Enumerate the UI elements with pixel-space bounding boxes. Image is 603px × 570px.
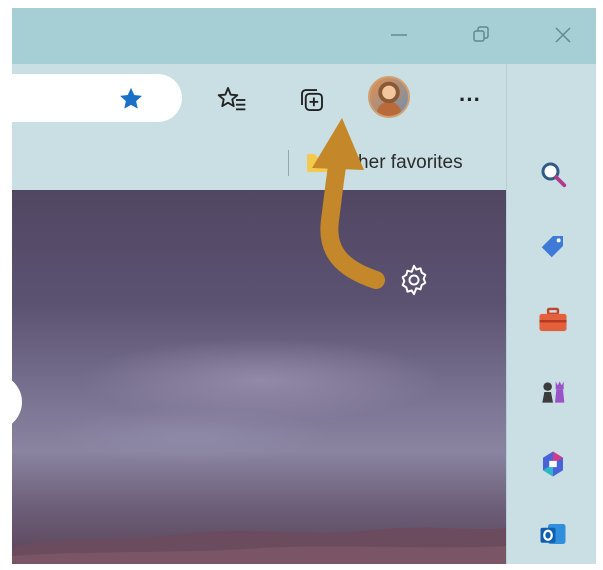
page-settings-button[interactable] <box>394 260 434 300</box>
games-chess-icon <box>542 381 565 403</box>
landscape-hills <box>12 527 506 564</box>
favorites-button[interactable] <box>214 82 250 118</box>
shopping-tag-icon <box>541 236 563 258</box>
sidebar-item-tools[interactable] <box>533 300 573 340</box>
outlook-icon <box>540 524 566 544</box>
restore-icon <box>473 26 489 42</box>
edge-sidebar <box>506 64 596 564</box>
folder-icon <box>307 154 329 172</box>
other-favorites-folder[interactable]: Other favorites <box>306 150 463 176</box>
gear-icon <box>401 264 427 296</box>
profile-avatar[interactable] <box>368 76 410 118</box>
more-options-button[interactable]: ··· <box>452 82 488 118</box>
favorites-bar: Other favorites <box>12 138 506 190</box>
minimize-button[interactable] <box>384 22 414 48</box>
favorites-star-list-icon <box>217 87 246 111</box>
tools-briefcase-icon <box>539 307 567 332</box>
sidebar-item-shopping[interactable] <box>533 226 573 266</box>
sidebar-item-games[interactable] <box>533 372 573 412</box>
browser-window: ··· Other favorites <box>12 8 596 564</box>
minimize-icon <box>391 34 407 36</box>
favorite-this-page-button[interactable] <box>116 84 146 114</box>
collections-button[interactable] <box>294 82 330 118</box>
sidebar-item-outlook[interactable] <box>533 514 573 554</box>
title-bar <box>12 8 596 64</box>
close-button[interactable] <box>548 22 578 48</box>
microsoft-365-icon <box>543 451 563 477</box>
search-icon <box>541 162 567 188</box>
more-options-label: ··· <box>459 87 481 112</box>
other-favorites-label: Other favorites <box>338 152 463 173</box>
close-icon <box>555 27 571 43</box>
favorites-divider <box>288 150 289 176</box>
address-bar[interactable] <box>12 74 182 122</box>
collections-icon <box>301 89 323 111</box>
sidebar-item-search[interactable] <box>533 154 573 194</box>
restore-button[interactable] <box>466 22 496 48</box>
new-tab-background-image <box>12 190 506 564</box>
sidebar-item-microsoft-365[interactable] <box>533 444 573 484</box>
star-filled-icon <box>120 87 142 109</box>
